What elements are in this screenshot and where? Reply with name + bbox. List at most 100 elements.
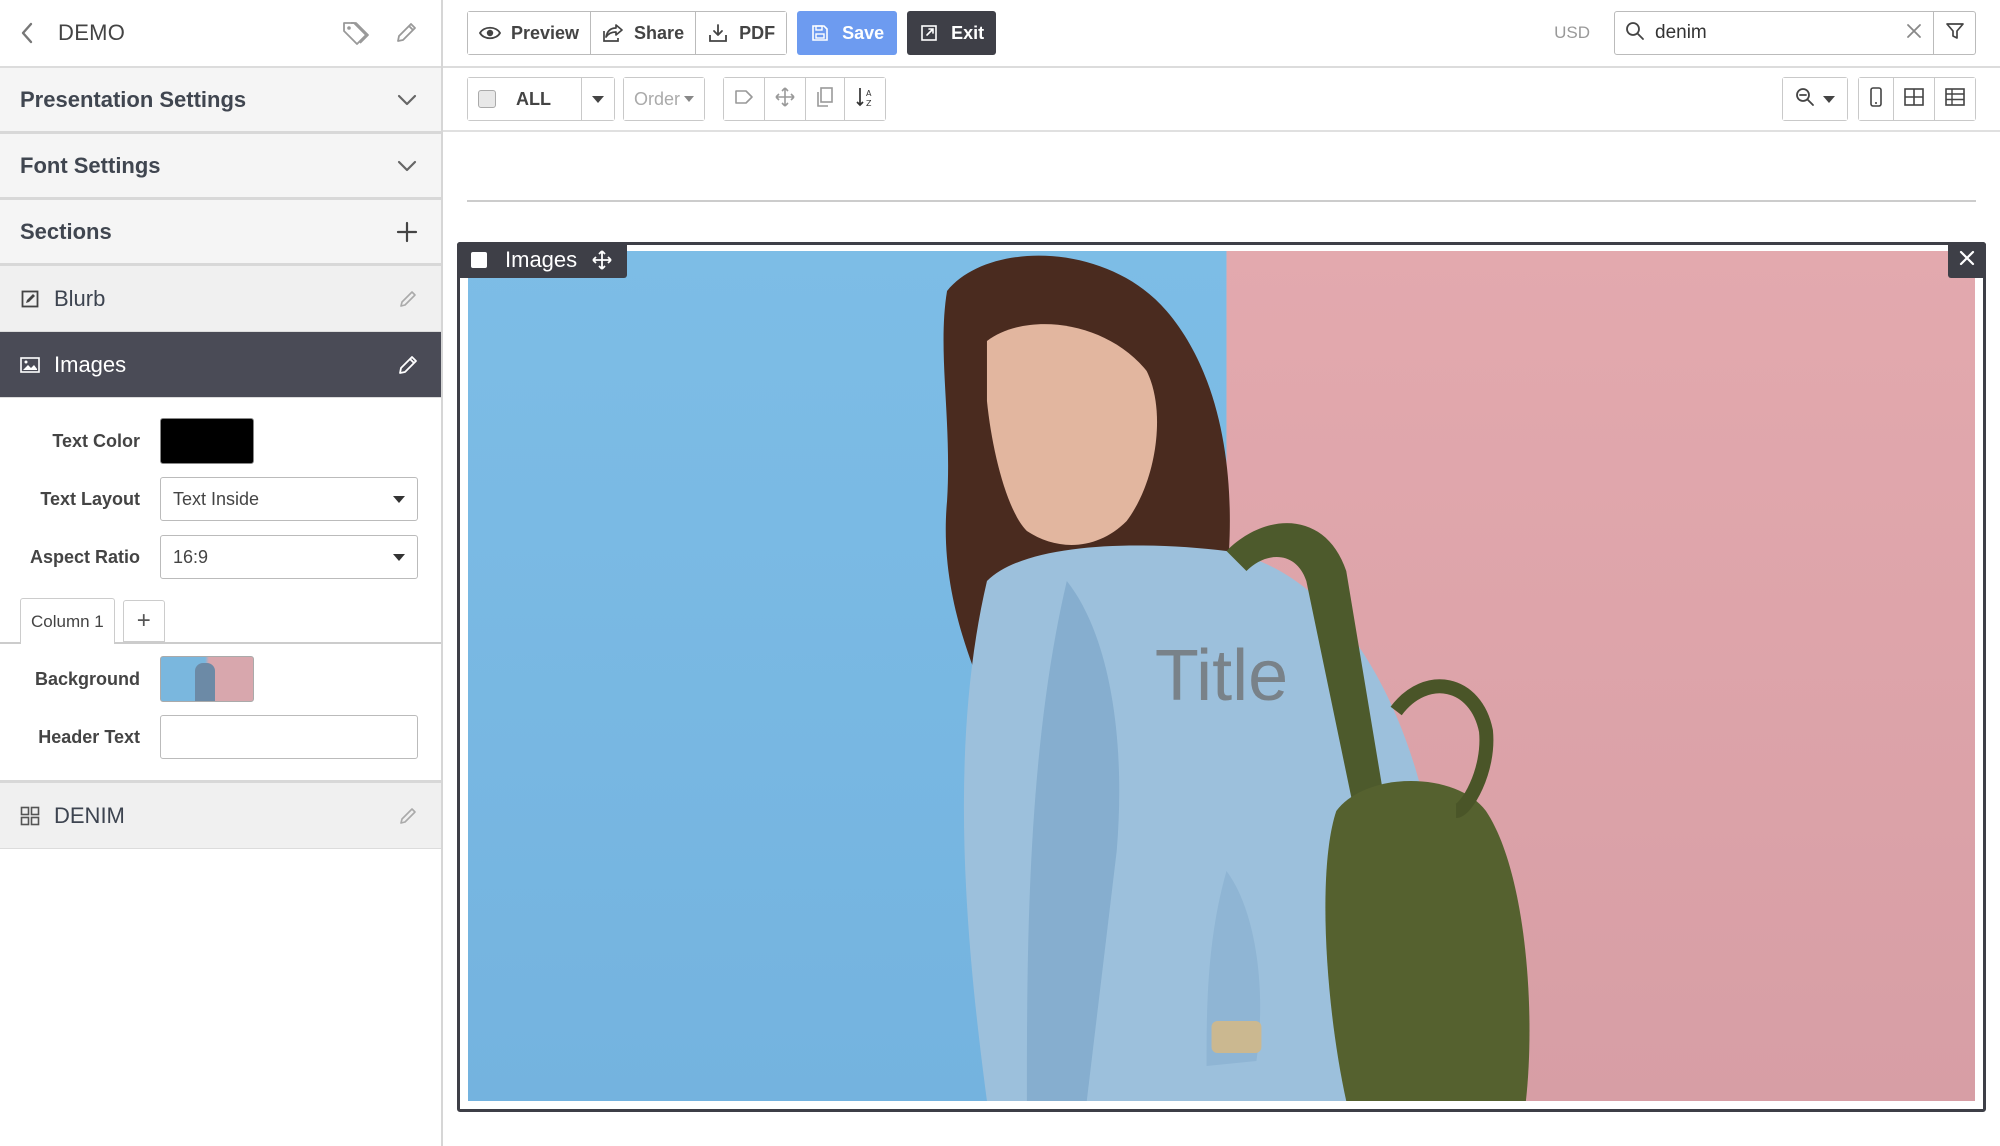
header-text-row: Header Text [20, 708, 421, 766]
filter-icon [1945, 21, 1965, 46]
pencil-icon[interactable] [395, 803, 421, 829]
accordion-label: Font Settings [20, 152, 161, 178]
pdf-button[interactable]: PDF [695, 12, 787, 54]
search-icon [1625, 21, 1645, 46]
accordion-sections[interactable]: Sections [0, 200, 441, 266]
share-icon [602, 22, 624, 44]
add-column-button[interactable]: + [122, 600, 165, 642]
images-section-canvas[interactable]: Title Images [457, 242, 1986, 1112]
aspect-ratio-label: Aspect Ratio [29, 546, 140, 567]
select-all-checkbox-cell[interactable]: ALL [468, 78, 581, 120]
caret-down-icon [684, 96, 695, 102]
accordion-font-settings[interactable]: Font Settings [0, 134, 441, 200]
section-tag: Images [457, 242, 628, 278]
section-label: Images [54, 351, 127, 377]
move-button[interactable] [764, 78, 806, 120]
sidebar-header: DEMO [0, 0, 441, 68]
pencil-icon[interactable] [391, 18, 421, 48]
section-tag-label: Images [505, 247, 578, 272]
pencil-icon[interactable] [395, 352, 421, 378]
table-view-button[interactable] [1934, 78, 1975, 120]
caret-down-icon [592, 95, 604, 103]
exit-label: Exit [951, 22, 985, 43]
background-thumbnail[interactable] [160, 656, 254, 702]
aspect-ratio-select[interactable]: 16:9 [160, 535, 418, 579]
save-button[interactable]: Save [797, 11, 898, 55]
item-actions-group: AZ [723, 77, 887, 121]
text-color-label: Text Color [52, 430, 140, 451]
preview-label: Preview [511, 22, 580, 43]
clear-icon[interactable] [1905, 22, 1923, 45]
zoom-dropdown[interactable] [1782, 77, 1848, 121]
secondary-toolbar: ALL Order A Z [443, 68, 2000, 132]
order-button[interactable]: Order [624, 78, 705, 120]
section-item-blurb[interactable]: Blurb [0, 266, 441, 332]
select-all-checkbox[interactable] [478, 90, 496, 108]
image-icon [20, 355, 40, 375]
text-color-row: Text Color [20, 412, 421, 470]
label-button[interactable] [724, 78, 765, 120]
header-divider [467, 200, 1976, 202]
select-all-group: ALL [467, 77, 615, 121]
sidebar: DEMO Presentation Settings Font Settings… [0, 0, 443, 1146]
blurb-icon [20, 289, 40, 309]
search-input-value[interactable]: denim [1655, 22, 1905, 44]
main-area: Preview Share PDF Save Exit USD denim AL… [443, 0, 2000, 1146]
sort-button[interactable]: AZ [844, 78, 886, 120]
tag-icon[interactable] [341, 18, 371, 48]
plus-icon[interactable] [393, 218, 421, 246]
grid-view-button[interactable] [1893, 78, 1934, 120]
tab-column-1[interactable]: Column 1 [20, 598, 115, 644]
accordion-presentation-settings[interactable]: Presentation Settings [0, 68, 441, 134]
preview-button[interactable]: Preview [468, 12, 591, 54]
text-color-swatch[interactable] [160, 418, 254, 464]
pdf-label: PDF [739, 22, 776, 43]
pencil-icon[interactable] [395, 286, 421, 312]
column-tabs: Column 1 + [0, 592, 441, 644]
filter-button[interactable] [1934, 11, 1976, 55]
section-item-denim[interactable]: DENIM [0, 783, 441, 849]
caret-down-icon [393, 495, 405, 503]
zoom-out-icon [1795, 87, 1815, 112]
grid-view-icon [1904, 87, 1924, 111]
presentation-title: DEMO [58, 20, 126, 45]
order-label: Order [634, 88, 681, 109]
copy-icon [816, 86, 834, 112]
caret-down-icon [1823, 95, 1835, 103]
text-layout-label: Text Layout [40, 488, 140, 509]
search-field[interactable]: denim [1614, 11, 1934, 55]
close-section-button[interactable] [1948, 242, 1986, 278]
hero-photo [468, 251, 1975, 1101]
svg-text:A: A [866, 89, 872, 98]
section-item-images[interactable]: Images [0, 332, 441, 398]
drag-handle-icon[interactable] [591, 249, 613, 271]
external-link-icon [919, 23, 939, 43]
text-layout-value: Text Inside [173, 488, 260, 509]
zoom-button[interactable] [1783, 78, 1847, 120]
share-button[interactable]: Share [590, 12, 696, 54]
copy-button[interactable] [805, 78, 845, 120]
download-icon [707, 22, 729, 44]
accordion-label: Presentation Settings [20, 86, 247, 112]
mobile-view-button[interactable] [1859, 78, 1893, 120]
chevron-down-icon [393, 152, 421, 180]
close-icon [1959, 250, 1975, 271]
all-label: ALL [516, 88, 551, 109]
save-label: Save [842, 22, 885, 43]
section-label: Blurb [54, 285, 106, 311]
phone-icon [1869, 86, 1883, 112]
back-icon[interactable] [20, 22, 44, 44]
hero-image[interactable] [468, 251, 1975, 1101]
accordion-label: Sections [20, 218, 112, 244]
text-layout-select[interactable]: Text Inside [160, 477, 418, 521]
grid-icon [20, 806, 40, 826]
select-all-dropdown[interactable] [581, 78, 614, 120]
floppy-icon [810, 23, 830, 43]
section-select-checkbox[interactable] [471, 252, 487, 268]
app-root: DEMO Presentation Settings Font Settings… [0, 0, 2000, 1146]
exit-button[interactable]: Exit [907, 11, 997, 55]
share-label: Share [634, 22, 685, 43]
order-dropdown[interactable]: Order [623, 77, 706, 121]
header-text-input[interactable] [160, 715, 418, 759]
export-button-group: Preview Share PDF [467, 11, 788, 55]
